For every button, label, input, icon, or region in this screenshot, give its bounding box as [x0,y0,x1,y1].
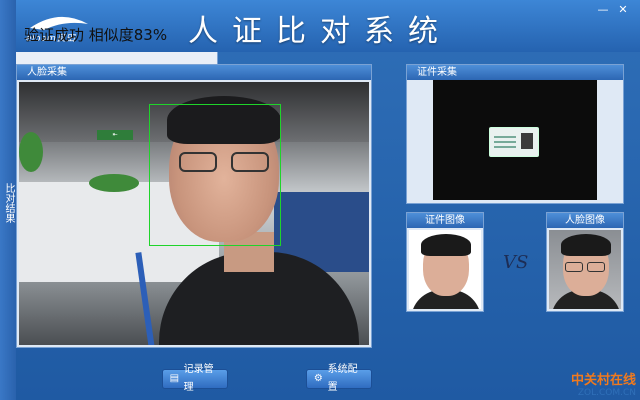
minimize-button[interactable]: — [596,4,610,16]
close-button[interactable]: ✕ [616,4,630,16]
cert-portrait [409,230,481,309]
config-button-label: 系统配置 [327,364,358,393]
glasses-lens [587,262,605,272]
face-capture-panel: 人脸采集 ⇤ [16,64,372,348]
plant [19,132,43,172]
watermark: 中关村在线 ZOL.COM.CN [571,369,636,398]
result-side-label: 比对结果 [0,0,16,400]
watermark-en: ZOL.COM.CN [577,388,636,398]
records-button[interactable]: ▤ 记录管理 [162,364,228,393]
result-text: 验证成功 相似度83% [24,26,168,44]
records-button-label: 记录管理 [183,364,214,393]
portrait-hair [421,234,471,256]
id-card-text [494,136,516,138]
id-capture-panel: 证件采集 [406,64,624,204]
face-image-title: 人脸图像 [547,213,623,228]
id-capture-title: 证件采集 [407,65,623,80]
portrait-hair [561,234,611,256]
watermark-cn: 中关村在线 [570,373,636,388]
face-capture-title: 人脸采集 [17,65,371,80]
face-camera-feed: ⇤ [19,82,369,345]
document-icon: ▤ [169,373,180,384]
cert-image-title: 证件图像 [407,213,483,228]
window-controls: — ✕ [596,4,630,16]
face-image-panel: 人脸图像 [546,212,624,312]
id-card-photo [521,133,533,149]
gear-icon: ⚙ [313,373,323,384]
exit-sign: ⇤ [97,130,133,140]
plant [89,174,139,192]
face-detection-box [149,104,281,246]
glasses-lens [565,262,583,272]
vs-label: VS [503,252,529,273]
config-button[interactable]: ⚙ 系统配置 [306,364,372,393]
cert-image-panel: 证件图像 [406,212,484,312]
id-camera-feed [433,80,597,200]
id-card [489,127,539,157]
live-portrait [549,230,621,309]
